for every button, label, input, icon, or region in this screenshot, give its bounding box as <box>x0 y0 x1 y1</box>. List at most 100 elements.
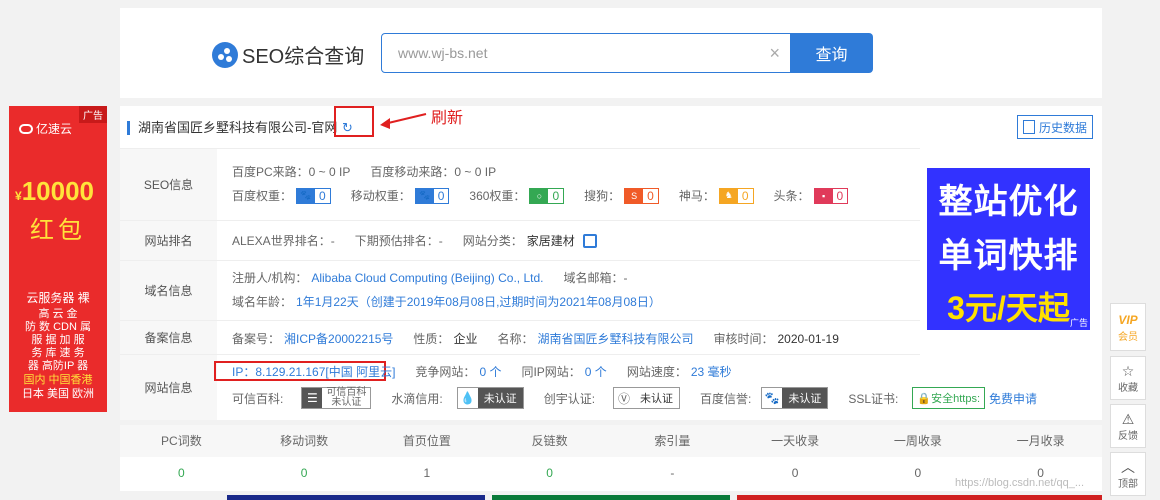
baidu-xinyu-badge[interactable]: 🐾 未认证 <box>761 387 829 409</box>
shield-icon: Ⓥ <box>614 388 635 408</box>
icp-link[interactable]: 湘ICP备20002215号 <box>284 330 393 347</box>
mobile-traffic: 百度移动来路：0 ~ 0 IP <box>370 165 497 179</box>
kexin-icon: ☰ <box>302 388 323 408</box>
ip-address[interactable]: IP：8.129.21.167[中国 阿里云] <box>232 363 395 380</box>
icp-name-link[interactable]: 湖南省国匠乡墅科技有限公司 <box>537 330 693 347</box>
stats-header-cell: 移动词数 <box>280 434 329 448</box>
ad-tag: 广告 <box>1069 318 1088 328</box>
arrow-up-icon: ︿ <box>1121 458 1135 475</box>
yisu-logo: 亿速云 <box>19 120 72 137</box>
search-box: × <box>381 33 791 73</box>
stats-header-cell: 首页位置 <box>402 434 451 448</box>
domain-info-row: 域名信息 注册人/机构： Alibaba Cloud Computing (Be… <box>120 260 920 320</box>
clear-icon[interactable]: × <box>769 43 780 64</box>
icp-nature: 企业 <box>453 332 478 346</box>
annotation-arrow-icon <box>380 113 427 129</box>
domain-email: 域名邮箱：- <box>563 271 628 285</box>
ad-line2: 单词快排 <box>938 237 1079 275</box>
stats-header-cell: 一月收录 <box>1016 434 1065 448</box>
search-input[interactable] <box>382 34 752 72</box>
stats-value-cell[interactable]: 0 <box>120 457 243 489</box>
lock-icon: 🔒 <box>917 392 932 405</box>
stats-header-cell: 反链数 <box>531 434 568 448</box>
refresh-highlight <box>334 106 374 137</box>
weight360-badge[interactable]: ○ 0 <box>529 187 565 204</box>
registrant-link[interactable]: Alibaba Cloud Computing (Beijing) Co., L… <box>311 271 543 285</box>
ad-amount: ¥10000 <box>15 176 94 206</box>
ad-line: 国内 中国香港 <box>23 374 93 386</box>
paw-icon: 🐾 <box>415 188 434 203</box>
stats-value-cell[interactable]: 0 <box>243 457 366 489</box>
mobile-weight-badge[interactable]: 🐾 0 <box>414 187 450 204</box>
ad-line: 日本 美国 欧洲 <box>21 388 95 400</box>
ad-line: 务 库 速 务 <box>31 347 85 359</box>
ad-line: 高 云 金 <box>38 308 78 320</box>
company-title: 湖南省国匠乡墅科技有限公司-官网 <box>127 121 337 135</box>
paw-icon: 🐾 <box>762 388 783 408</box>
ad-line: 防 数 CDN 属 <box>25 321 91 333</box>
site-speed: 23 毫秒 <box>690 365 732 379</box>
competitors-count[interactable]: 0 个 <box>479 363 501 380</box>
logo-text: SEO综合查询 <box>242 46 365 68</box>
stats-header: PC词数 移动词数 首页位置 反链数 索引量 一天收录 一周收录 一月收录 <box>120 425 1102 457</box>
history-button[interactable]: 历史数据 <box>1017 115 1093 139</box>
ad-line: 服 据 加 服 <box>31 334 85 346</box>
360-icon: ○ <box>530 188 549 203</box>
ad-line3: 3元/天起 <box>947 290 1070 326</box>
same-ip-count[interactable]: 0 个 <box>585 363 607 380</box>
ad-tag: 广告 <box>79 106 107 123</box>
row-label: SEO信息 <box>120 149 217 220</box>
horse-icon: ♞ <box>719 188 738 203</box>
sogou-icon: S <box>625 188 644 203</box>
favorite-button[interactable]: ☆ 收藏 <box>1110 356 1146 400</box>
vip-button[interactable]: VIP 会员 <box>1110 303 1146 351</box>
pc-traffic: 百度PC来路：0 ~ 0 IP <box>232 165 351 179</box>
edit-icon[interactable] <box>582 233 597 248</box>
refresh-annotation: 刷新 <box>431 110 464 127</box>
baidu-weight-badge[interactable]: 🐾 0 <box>296 187 331 204</box>
search-button[interactable]: 查询 <box>790 33 873 73</box>
cloud-icon <box>19 123 33 134</box>
feedback-icon: ⚠ <box>1121 410 1135 427</box>
stats-value-cell[interactable]: 0 <box>488 457 611 489</box>
kexin-badge[interactable]: ☰ 可信百科 未认证 <box>301 387 372 409</box>
domain-age-link[interactable]: 1年1月22天（创建于2019年08月08日,过期时间为2021年08月08日） <box>296 293 661 310</box>
ssl-apply-link[interactable]: 免费申请 <box>989 390 1037 407</box>
row-label: 网站排名 <box>120 221 217 260</box>
site-rank-row: 网站排名 ALEXA世界排名：- 下期预估排名：- 网站分类： 家居建材 <box>120 220 920 260</box>
ad-hongbao: 红包 <box>30 217 86 244</box>
stats-value-cell: 1 <box>423 466 431 480</box>
stats-value-cell: - <box>670 466 675 480</box>
right-ad[interactable]: 整站优化 单词快排 3元/天起 广告 <box>927 168 1090 330</box>
forecast-rank: 下期预估排名：- <box>354 234 443 248</box>
stats-header-cell: PC词数 <box>161 434 202 448</box>
refresh-icon[interactable]: ↻ <box>342 120 353 136</box>
droplet-icon: 💧 <box>457 388 478 408</box>
row-label: 网站信息 <box>120 355 217 420</box>
icp-info-row: 备案信息 备案号： 湘ICP备20002215号 性质： 企业 名称： 湖南省国… <box>120 320 920 354</box>
left-ad[interactable]: 广告 亿速云 ¥10000 红包 云服务器 裸 高 云 金 防 数 CDN 属 … <box>9 106 107 412</box>
sogou-badge[interactable]: S0 <box>624 187 659 204</box>
ad-brand: 亿速云 <box>36 122 73 136</box>
vip-icon: VIP <box>1118 312 1138 327</box>
icp-audit-date: 2020-01-19 <box>777 331 839 346</box>
logo-icon <box>212 41 238 68</box>
bottom-ad-strip <box>120 495 1102 500</box>
row-label: 备案信息 <box>120 321 217 354</box>
seo-info-row: SEO信息 百度PC来路：0 ~ 0 IP 百度移动来路：0 ~ 0 IP 百度… <box>120 148 920 220</box>
ad-line: 云服务器 裸 <box>26 291 90 305</box>
chuangyu-badge[interactable]: Ⓥ 未认证 <box>613 387 681 409</box>
toutiao-badge[interactable]: ▪ 0 <box>813 187 849 204</box>
stats-header-cell: 一周收录 <box>893 434 942 448</box>
paw-icon: 🐾 <box>297 188 316 203</box>
ssl-badge[interactable]: 🔒 安全https: <box>912 387 986 409</box>
back-to-top-button[interactable]: ︿ 顶部 <box>1110 452 1146 496</box>
feedback-button[interactable]: ⚠ 反馈 <box>1110 404 1146 448</box>
shuidi-badge[interactable]: 💧 未认证 <box>456 387 524 409</box>
seo-logo[interactable]: SEO综合查询 <box>212 40 364 69</box>
search-card: SEO综合查询 × 查询 <box>120 8 1102 98</box>
shenma-badge[interactable]: ♞ 0 <box>718 187 754 204</box>
site-category: 家居建材 <box>526 234 575 248</box>
alexa-rank: ALEXA世界排名：- <box>232 234 335 248</box>
toutiao-icon: ▪ <box>814 188 833 203</box>
